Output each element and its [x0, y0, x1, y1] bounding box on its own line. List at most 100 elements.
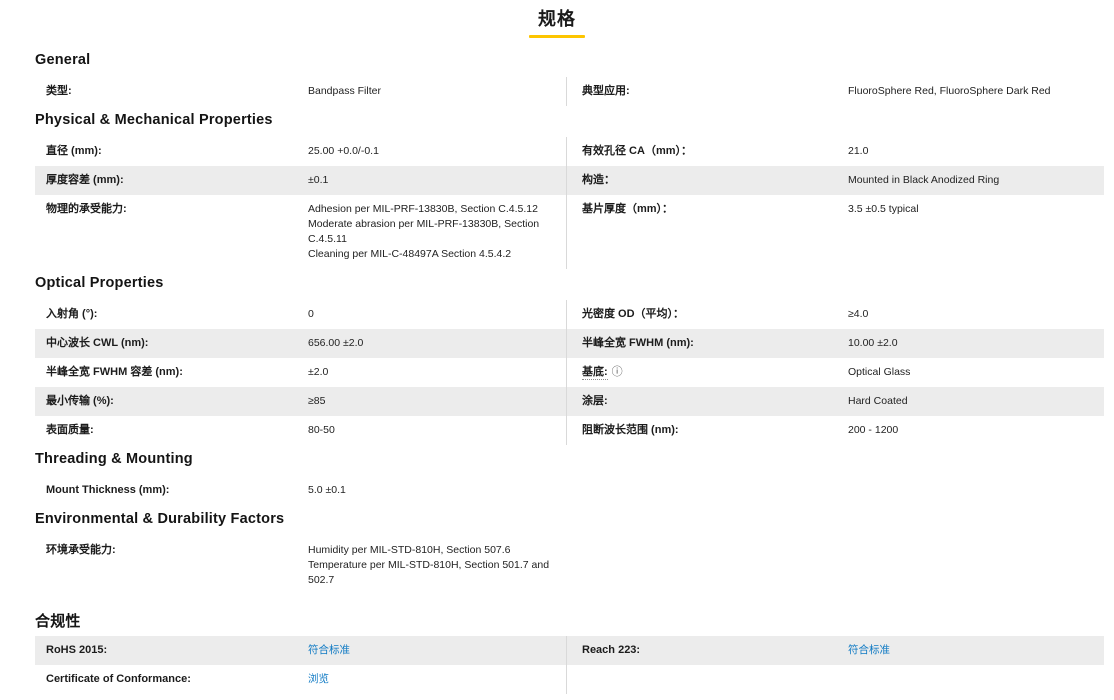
spec-row: 物理的承受能力: Adhesion per MIL-PRF-13830B, Sec…: [35, 195, 1104, 269]
spec-value: 符合标准: [848, 643, 1104, 658]
rohs-2015-link[interactable]: 符合标准: [308, 644, 350, 656]
spec-row: Mount Thickness (mm): 5.0 ±0.1: [35, 476, 1104, 505]
spec-value: 21.0: [848, 145, 869, 157]
spec-label-text: 典型应用:: [582, 85, 630, 97]
spec-value: ≥85: [308, 395, 326, 407]
section-title-threading: Threading & Mounting: [35, 451, 193, 467]
spec-value: Humidity per MIL-STD-810H, Section 507.6…: [308, 544, 550, 586]
spec-label-text: 中心波长 CWL (nm):: [46, 337, 149, 349]
spec-row: 入射角 (°): 0 光密度 OD（平均）： ≥4.0: [35, 300, 1104, 329]
spec-value: Hard Coated: [848, 395, 908, 407]
spec-label-text: 基底:: [582, 366, 608, 380]
spec-cell-left: 表面质量: 80-50: [35, 416, 558, 445]
spec-row: 环境承受能力: Humidity per MIL-STD-810H, Sectio…: [35, 536, 1104, 595]
spec-value: 符合标准: [308, 643, 558, 658]
spec-label-text: 物理的承受能力:: [46, 203, 127, 215]
section-title-physical: Physical & Mechanical Properties: [35, 112, 273, 128]
spec-value: ±0.1: [308, 174, 329, 186]
spec-cell-left: 半峰全宽 FWHM 容差 (nm): ±2.0: [35, 358, 558, 387]
section-title-general: General: [35, 52, 91, 68]
spec-cell-left: 最小传输 (%): ≥85: [35, 387, 558, 416]
section-title-environmental: Environmental & Durability Factors: [35, 511, 285, 527]
spec-label-text: 半峰全宽 FWHM 容差 (nm):: [46, 366, 183, 378]
spec-label: 环境承受能力:: [35, 543, 308, 588]
spec-row: 厚度容差 (mm): ±0.1 构造： Mounted in Black Anodiz…: [35, 166, 1104, 195]
spec-row: RoHS 2015: 符合标准 Reach 223: 符合标准: [35, 636, 1104, 665]
spec-cell-left: Certificate of Conformance: 浏览: [35, 665, 558, 694]
spec-label: 基片厚度（mm）：: [571, 202, 848, 262]
spec-row: 直径 (mm): 25.00 +0.0/-0.1 有效孔径 CA（mm）： 21.0: [35, 137, 1104, 166]
spec-label-text: 光密度 OD（平均）：: [582, 308, 685, 320]
spec-value: 3.5 ±0.5 typical: [848, 203, 919, 215]
section-threading: Threading & Mounting Mount Thickness (mm)…: [35, 451, 1104, 505]
column-divider: [566, 665, 567, 694]
column-divider: [566, 416, 567, 445]
certificate-of-conformance-link[interactable]: 浏览: [308, 673, 329, 685]
spec-label: 涂层:: [571, 394, 848, 409]
column-divider: [566, 636, 567, 665]
spec-label-text: 基片厚度（mm）：: [582, 203, 674, 215]
spec-label: Certificate of Conformance:: [35, 672, 308, 687]
spec-row: 半峰全宽 FWHM 容差 (nm): ±2.0 基底: ⓘ Optical Glass: [35, 358, 1104, 387]
spec-label: 类型:: [35, 84, 308, 99]
spec-label: 构造：: [571, 173, 848, 188]
spec-value: 0: [308, 308, 314, 320]
spec-label: 半峰全宽 FWHM (nm):: [571, 336, 848, 351]
spec-cell-left: Mount Thickness (mm): 5.0 ±0.1: [35, 476, 558, 505]
spec-cell-left: RoHS 2015: 符合标准: [35, 636, 558, 665]
section-title-optical: Optical Properties: [35, 275, 164, 291]
section-environmental: Environmental & Durability Factors 环境承受能力…: [35, 511, 1104, 595]
spec-cell-right: 有效孔径 CA（mm）： 21.0: [571, 137, 1104, 166]
spec-label: 典型应用:: [571, 84, 848, 99]
spec-cell-left: 中心波长 CWL (nm): 656.00 ±2.0: [35, 329, 558, 358]
spec-label-text: 最小传输 (%):: [46, 395, 114, 407]
spec-label: 阻断波长范围 (nm):: [571, 423, 848, 438]
spec-label-text: 涂层:: [582, 395, 608, 407]
spec-label: 直径 (mm):: [35, 144, 308, 159]
column-divider: [566, 195, 567, 269]
section-title-compliance: 合规性: [35, 613, 81, 630]
section-physical: Physical & Mechanical Properties 直径 (mm):…: [35, 112, 1104, 269]
spec-value: 80-50: [308, 424, 335, 436]
info-icon[interactable]: ⓘ: [612, 367, 623, 378]
spec-table-general: 类型: Bandpass Filter 典型应用: FluoroSphere Red,…: [35, 77, 1104, 106]
spec-cell-left: 类型: Bandpass Filter: [35, 77, 558, 106]
spec-table-threading: Mount Thickness (mm): 5.0 ±0.1: [35, 476, 1104, 505]
column-divider: [566, 137, 567, 166]
spec-label-text: Reach 223:: [582, 644, 641, 656]
spec-label-text: 阻断波长范围 (nm):: [582, 424, 679, 436]
page-header: 规格: [0, 0, 1114, 38]
reach-223-link[interactable]: 符合标准: [848, 644, 890, 656]
spec-cell-left: 物理的承受能力: Adhesion per MIL-PRF-13830B, Sec…: [35, 195, 558, 269]
spec-label: 表面质量:: [35, 423, 308, 438]
section-optical: Optical Properties 入射角 (°): 0 光密度 OD（平均）： ≥4…: [35, 275, 1104, 445]
spec-value: 5.0 ±0.1: [308, 484, 346, 496]
spec-value: ±2.0: [308, 366, 329, 378]
spec-cell-right: 构造： Mounted in Black Anodized Ring: [571, 166, 1104, 195]
spec-cell-right: 半峰全宽 FWHM (nm): 10.00 ±2.0: [571, 329, 1104, 358]
spec-cell-right: Reach 223: 符合标准: [571, 636, 1104, 665]
spec-table-environmental: 环境承受能力: Humidity per MIL-STD-810H, Sectio…: [35, 536, 1104, 595]
spec-label-text: 环境承受能力:: [46, 544, 116, 556]
spec-label-text: 构造：: [582, 174, 615, 186]
spec-label: Reach 223:: [571, 643, 848, 658]
spec-cell-right: 阻断波长范围 (nm): 200 - 1200: [571, 416, 1104, 445]
page-title: 规格: [538, 9, 576, 29]
spec-value: ≥4.0: [848, 308, 869, 320]
spec-label: 入射角 (°):: [35, 307, 308, 322]
spec-label: 光密度 OD（平均）：: [571, 307, 848, 322]
spec-row: 中心波长 CWL (nm): 656.00 ±2.0 半峰全宽 FWHM (nm):…: [35, 329, 1104, 358]
spec-label: 中心波长 CWL (nm):: [35, 336, 308, 351]
spec-label: 基底: ⓘ: [571, 365, 848, 380]
spec-table-optical: 入射角 (°): 0 光密度 OD（平均）： ≥4.0 中心波长 CWL (nm): 65…: [35, 300, 1104, 445]
spec-label-text: 表面质量:: [46, 424, 94, 436]
spec-cell-left: 环境承受能力: Humidity per MIL-STD-810H, Sectio…: [35, 536, 558, 595]
spec-value: Bandpass Filter: [308, 85, 381, 97]
column-divider: [566, 387, 567, 416]
spec-row: 最小传输 (%): ≥85 涂层: Hard Coated: [35, 387, 1104, 416]
spec-label-text: Mount Thickness (mm):: [46, 484, 170, 496]
spec-label: 半峰全宽 FWHM 容差 (nm):: [35, 365, 308, 380]
column-divider: [566, 300, 567, 329]
spec-label-text: 入射角 (°):: [46, 308, 98, 320]
spec-value: 浏览: [308, 672, 558, 687]
